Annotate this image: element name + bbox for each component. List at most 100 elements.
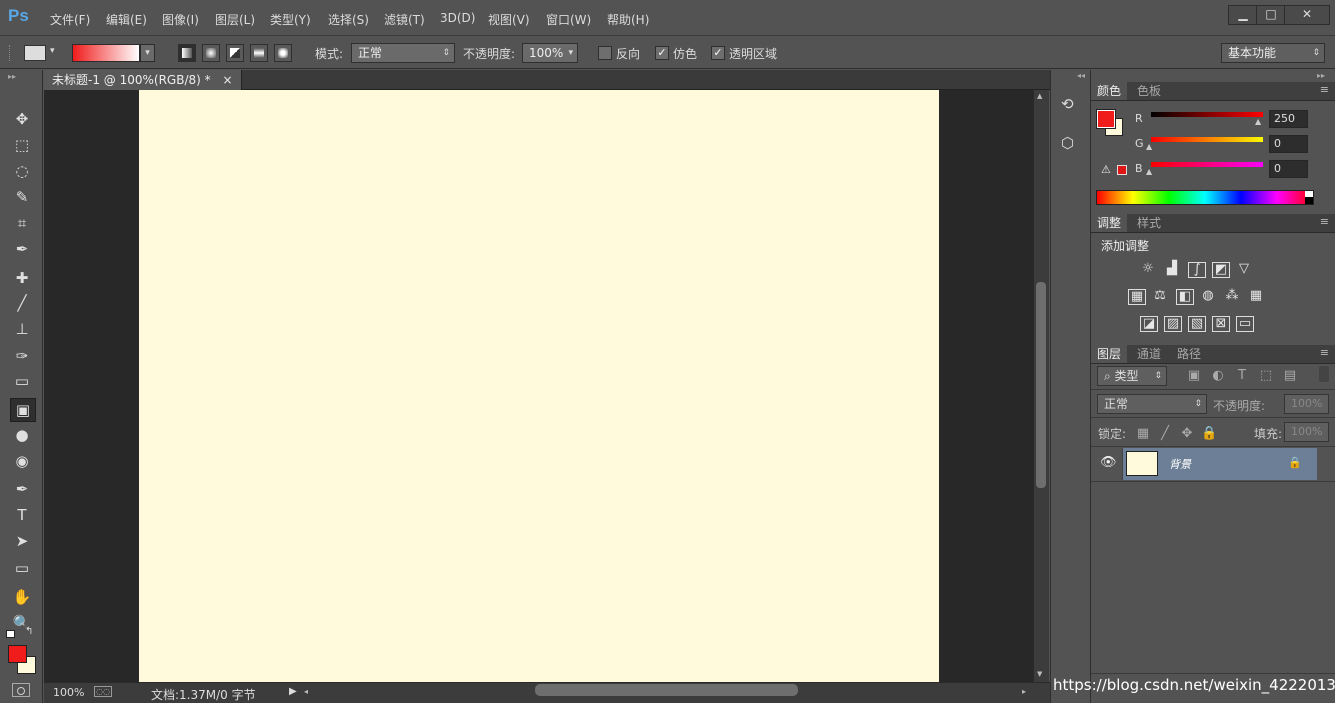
document-canvas[interactable] (139, 90, 939, 682)
menu-window[interactable]: 窗口(W) (546, 11, 591, 28)
opacity-field[interactable]: 100% ▾ (522, 43, 578, 63)
tab-swatches[interactable]: 色板 (1131, 82, 1167, 100)
minimize-button[interactable]: ▁ (1228, 5, 1258, 25)
stamp-tool[interactable]: ⊥ (10, 318, 34, 340)
document-tab[interactable]: 未标题-1 @ 100%(RGB/8) * × (44, 70, 242, 90)
hue-saturation-icon[interactable]: ▦ (1128, 289, 1146, 305)
eraser-tool[interactable]: ▭ (10, 370, 34, 392)
workspace-dropdown[interactable]: 基本功能 ⇕ (1221, 43, 1325, 63)
b-slider-handle[interactable]: ▲ (1146, 167, 1152, 176)
lock-position-icon[interactable]: ✥ (1179, 427, 1195, 441)
blur-tool[interactable]: ● (10, 424, 34, 446)
gamut-warning-icon[interactable]: ⚠ (1101, 163, 1111, 176)
gradient-dropdown-icon[interactable]: ▾ (140, 44, 155, 62)
status-menu-icon[interactable]: ▶ (289, 686, 297, 697)
filter-pixel-icon[interactable]: ▣ (1186, 369, 1202, 383)
color-lookup-icon[interactable]: ▦ (1248, 289, 1264, 303)
panel-menu-icon[interactable]: ≡ (1320, 83, 1329, 96)
path-select-tool[interactable]: ➤ (10, 530, 34, 552)
tab-color[interactable]: 颜色 (1091, 82, 1128, 100)
zoom-level[interactable]: 100% (53, 686, 84, 699)
layer-opacity-field[interactable]: 100% (1284, 394, 1329, 414)
tab-styles[interactable]: 样式 (1131, 214, 1167, 232)
layer-visibility-cell[interactable]: 👁 (1091, 448, 1123, 480)
quick-mask-icon[interactable] (12, 683, 30, 697)
menu-3d[interactable]: 3D(D) (440, 11, 475, 25)
horizontal-scroll-thumb[interactable] (535, 684, 798, 696)
reverse-checkbox[interactable] (598, 46, 612, 60)
expand-icon[interactable]: ◂◂ (1077, 71, 1085, 80)
color-panel-fg-swatch[interactable] (1096, 109, 1116, 129)
lock-image-icon[interactable]: ╱ (1157, 427, 1173, 441)
filter-type-icon[interactable]: T (1234, 369, 1250, 383)
vibrance-icon[interactable]: ▽ (1236, 262, 1252, 276)
rectangle-tool[interactable]: ▭ (10, 557, 34, 579)
tool-preset-picker[interactable] (24, 45, 46, 61)
invert-icon[interactable]: ◪ (1140, 316, 1158, 332)
tab-layers[interactable]: 图层 (1091, 345, 1128, 363)
vertical-scroll-thumb[interactable] (1036, 282, 1046, 488)
filter-shape-icon[interactable]: ⬚ (1258, 369, 1274, 383)
proof-icon[interactable]: ◌◌ (94, 686, 112, 697)
channel-mixer-icon[interactable]: ⁂ (1224, 289, 1240, 303)
mode-dropdown[interactable]: 正常 ⇕ (351, 43, 455, 63)
menu-file[interactable]: 文件(F) (50, 11, 90, 28)
lock-all-icon[interactable]: 🔒 (1201, 427, 1217, 441)
tab-channels[interactable]: 通道 (1131, 345, 1167, 363)
gradient-preview[interactable] (72, 44, 140, 62)
gamut-color-swatch[interactable] (1117, 165, 1127, 175)
scroll-down-icon[interactable]: ▼ (1037, 670, 1042, 678)
pen-tool[interactable]: ✒ (10, 478, 34, 500)
b-slider[interactable] (1151, 162, 1263, 167)
threshold-icon[interactable]: ▧ (1188, 316, 1206, 332)
marquee-tool[interactable]: ⬚ (10, 134, 34, 156)
close-tab-icon[interactable]: × (222, 73, 232, 87)
r-slider[interactable] (1151, 112, 1263, 117)
3d-icon[interactable]: ⬡ (1061, 134, 1074, 152)
scroll-left-icon[interactable]: ◂ (304, 687, 308, 696)
menu-select[interactable]: 选择(S) (328, 11, 369, 28)
filter-toggle[interactable] (1319, 366, 1329, 382)
type-tool[interactable]: T (10, 504, 34, 526)
g-slider-handle[interactable]: ▲ (1146, 142, 1152, 151)
menu-filter[interactable]: 滤镜(T) (384, 11, 425, 28)
chevron-down-icon[interactable]: ▾ (50, 46, 55, 56)
close-button[interactable]: ✕ (1284, 5, 1330, 25)
eye-icon[interactable]: 👁 (1100, 455, 1117, 470)
swap-colors-icon[interactable]: ↰ (25, 626, 33, 637)
linear-gradient-button[interactable] (178, 44, 196, 62)
angle-gradient-button[interactable] (226, 44, 244, 62)
panel-menu-icon[interactable]: ≡ (1320, 215, 1329, 228)
filter-smart-object-icon[interactable]: ▤ (1282, 369, 1298, 383)
dither-checkbox[interactable]: ✓ (655, 46, 669, 60)
panel-menu-icon[interactable]: ≡ (1320, 346, 1329, 359)
g-slider[interactable] (1151, 137, 1263, 142)
lock-transparent-icon[interactable]: ▦ (1135, 427, 1151, 441)
default-colors-icon[interactable] (6, 630, 15, 638)
tab-paths[interactable]: 路径 (1171, 345, 1207, 363)
hand-tool[interactable]: ✋ (10, 586, 34, 608)
g-value[interactable]: 0 (1269, 135, 1308, 153)
menu-view[interactable]: 视图(V) (488, 11, 530, 28)
layer-filter-dropdown[interactable]: ⌕ 类型 ⇕ (1097, 366, 1167, 386)
r-slider-handle[interactable]: ▲ (1255, 117, 1261, 126)
menu-type[interactable]: 类型(Y) (270, 11, 311, 28)
curves-icon[interactable]: ∫ (1188, 262, 1206, 278)
crop-tool[interactable]: ⌗ (10, 212, 34, 234)
brightness-icon[interactable]: ☼ (1140, 262, 1156, 276)
brush-tool[interactable]: ╱ (10, 292, 34, 314)
menu-help[interactable]: 帮助(H) (607, 11, 649, 28)
diamond-gradient-button[interactable] (274, 44, 292, 62)
layer-name[interactable]: 背景 (1169, 456, 1191, 472)
tab-adjustments[interactable]: 调整 (1091, 214, 1128, 232)
lasso-tool[interactable]: ◌ (10, 160, 34, 182)
black-white-icon[interactable]: ◧ (1176, 289, 1194, 305)
reflected-gradient-button[interactable] (250, 44, 268, 62)
foreground-color-swatch[interactable] (8, 645, 27, 663)
radial-gradient-button[interactable] (202, 44, 220, 62)
blend-mode-dropdown[interactable]: 正常 ⇕ (1097, 394, 1207, 414)
layer-row[interactable]: 👁 背景 🔒 (1091, 448, 1335, 480)
menu-edit[interactable]: 编辑(E) (106, 11, 147, 28)
chevron-down-icon[interactable]: ▾ (568, 44, 573, 62)
menu-layer[interactable]: 图层(L) (215, 11, 255, 28)
